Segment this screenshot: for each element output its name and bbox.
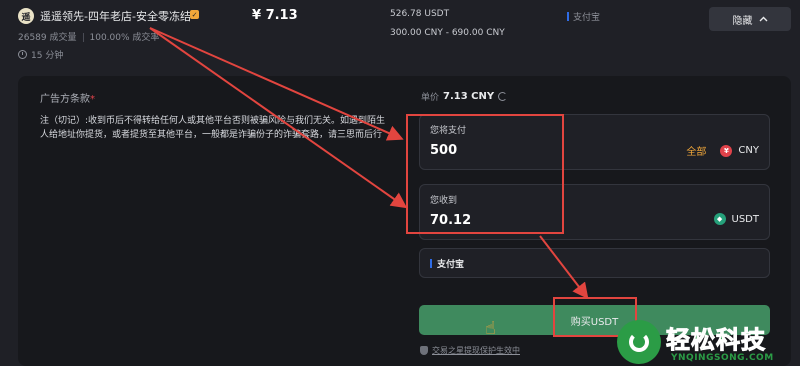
annotation-arrow — [149, 27, 408, 209]
annotation-arrow — [149, 27, 404, 141]
watermark-text: 轻松科技 — [666, 326, 766, 355]
watermark-logo-icon — [617, 320, 661, 364]
annotation-arrows — [149, 27, 589, 300]
annotation-box-amounts — [406, 114, 564, 234]
annotation-arrow — [539, 235, 589, 300]
watermark-subtext: YNQINGSONG.COM — [671, 353, 774, 363]
pointer-hand-icon: ☝ — [485, 318, 496, 339]
